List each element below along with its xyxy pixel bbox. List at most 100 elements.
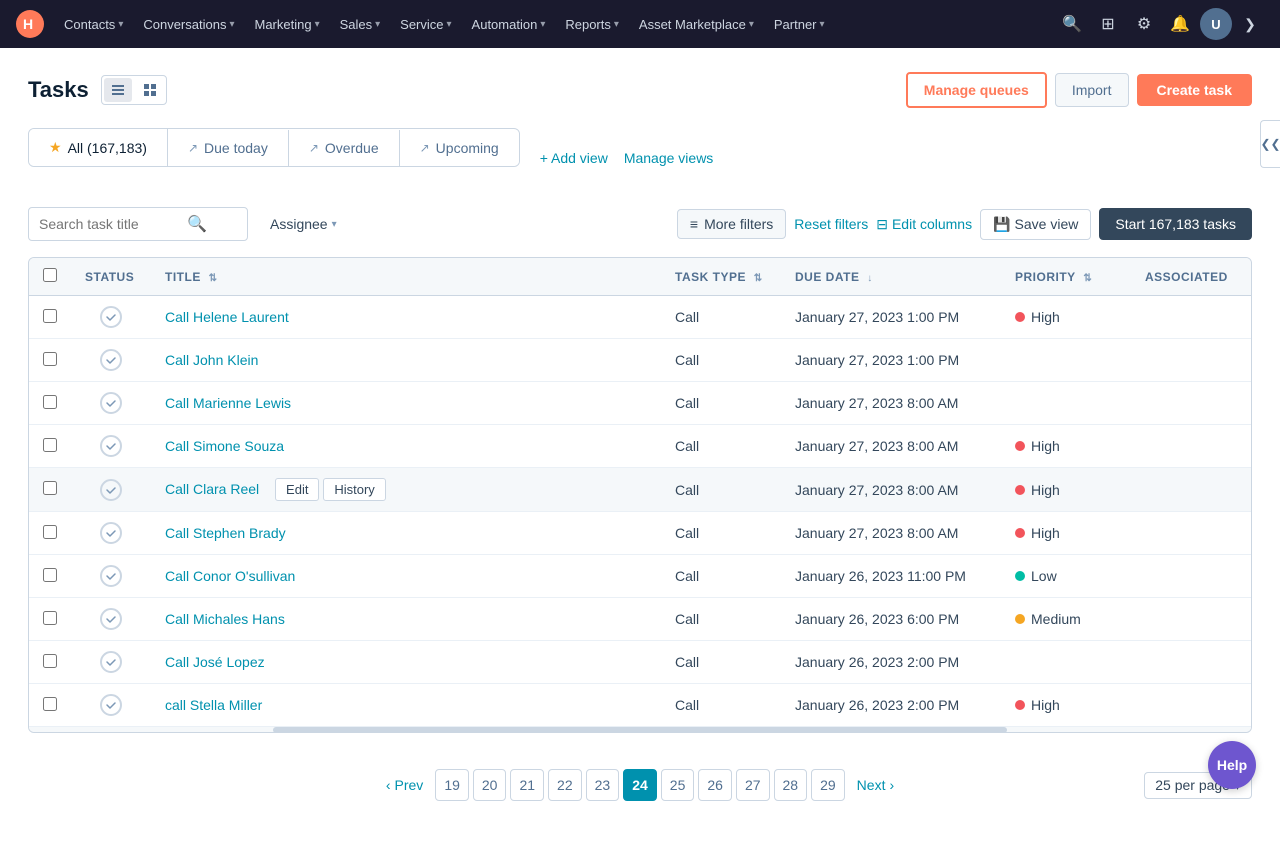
page-number-button-26[interactable]: 26 — [698, 769, 732, 801]
row-checkbox[interactable] — [43, 395, 57, 409]
nav-item-conversations[interactable]: Conversations ▾ — [135, 13, 242, 36]
add-view-button[interactable]: + Add view — [540, 150, 608, 166]
col-header-priority[interactable]: PRIORITY ⇅ — [1001, 258, 1131, 296]
row-checkbox[interactable] — [43, 697, 57, 711]
task-title-link[interactable]: Call Helene Laurent — [165, 309, 289, 325]
status-check-circle[interactable] — [100, 392, 122, 414]
page-number-button-20[interactable]: 20 — [473, 769, 507, 801]
notifications-icon-button[interactable]: 🔔 — [1164, 8, 1196, 40]
manage-views-link[interactable]: Manage views — [624, 150, 714, 166]
row-checkbox[interactable] — [43, 352, 57, 366]
status-check-circle[interactable] — [100, 651, 122, 673]
chevron-down-icon: ▾ — [229, 19, 234, 30]
history-task-button[interactable]: History — [323, 478, 385, 501]
save-icon: 💾 — [993, 216, 1010, 233]
duedate-cell: January 27, 2023 1:00 PM — [781, 296, 1001, 339]
status-check-circle[interactable] — [100, 522, 122, 544]
status-check-circle[interactable] — [100, 565, 122, 587]
status-check-circle[interactable] — [100, 435, 122, 457]
page-number-button-19[interactable]: 19 — [435, 769, 469, 801]
task-title-link[interactable]: Call Simone Souza — [165, 438, 284, 454]
apps-icon-button[interactable]: ⊞ — [1092, 8, 1124, 40]
status-check-circle[interactable] — [100, 479, 122, 501]
edit-task-button[interactable]: Edit — [275, 478, 319, 501]
task-title-link[interactable]: Call John Klein — [165, 352, 258, 368]
status-check-circle[interactable] — [100, 608, 122, 630]
row-checkbox[interactable] — [43, 568, 57, 582]
import-button[interactable]: Import — [1055, 73, 1129, 107]
columns-icon: ⊟ — [876, 216, 888, 233]
page-number-button-28[interactable]: 28 — [774, 769, 808, 801]
associated-cell — [1131, 684, 1251, 727]
tab-due-today[interactable]: ↗ Due today — [168, 130, 289, 166]
grid-view-button[interactable] — [136, 78, 164, 102]
page-number-button-23[interactable]: 23 — [586, 769, 620, 801]
associated-cell — [1131, 598, 1251, 641]
reset-filters-link[interactable]: Reset filters — [794, 216, 868, 232]
task-title-link[interactable]: Call Conor O'sullivan — [165, 568, 295, 584]
nav-item-asset-marketplace[interactable]: Asset Marketplace ▾ — [631, 13, 762, 36]
row-checkbox[interactable] — [43, 481, 57, 495]
more-filters-button[interactable]: ≡ More filters — [677, 209, 786, 239]
status-cell — [71, 468, 151, 512]
task-title-link[interactable]: Call Stephen Brady — [165, 525, 286, 541]
nav-collapse-button[interactable]: ❯ — [1236, 10, 1264, 38]
status-check-circle[interactable] — [100, 306, 122, 328]
duedate-cell: January 27, 2023 8:00 AM — [781, 382, 1001, 425]
start-tasks-button[interactable]: Start 167,183 tasks — [1099, 208, 1252, 240]
row-checkbox[interactable] — [43, 611, 57, 625]
tab-overdue[interactable]: ↗ Overdue — [289, 130, 400, 166]
hubspot-logo[interactable]: H — [16, 10, 44, 38]
row-checkbox[interactable] — [43, 438, 57, 452]
nav-item-service[interactable]: Service ▾ — [392, 13, 459, 36]
nav-item-reports[interactable]: Reports ▾ — [557, 13, 627, 36]
select-all-checkbox[interactable] — [43, 268, 57, 282]
nav-item-sales[interactable]: Sales ▾ — [332, 13, 389, 36]
tasktype-cell: Call — [661, 296, 781, 339]
task-title-link[interactable]: call Stella Miller — [165, 697, 262, 713]
row-checkbox[interactable] — [43, 309, 57, 323]
assignee-filter-button[interactable]: Assignee ▾ — [260, 210, 347, 238]
search-icon-button[interactable]: 🔍 — [1056, 8, 1088, 40]
tab-all-label: All (167,183) — [68, 140, 147, 156]
page-number-button-21[interactable]: 21 — [510, 769, 544, 801]
save-view-button[interactable]: 💾 Save view — [980, 209, 1091, 240]
manage-queues-button[interactable]: Manage queues — [906, 72, 1047, 108]
col-header-status: STATUS — [71, 258, 151, 296]
prev-page-button[interactable]: ‹ Prev — [378, 769, 431, 801]
tab-upcoming[interactable]: ↗ Upcoming — [400, 130, 519, 166]
status-check-circle[interactable] — [100, 694, 122, 716]
tab-overdue-label: Overdue — [325, 140, 379, 156]
nav-item-contacts[interactable]: Contacts ▾ — [56, 13, 131, 36]
row-checkbox[interactable] — [43, 525, 57, 539]
col-header-duedate[interactable]: DUE DATE ↓ — [781, 258, 1001, 296]
list-view-button[interactable] — [104, 78, 132, 102]
search-input[interactable] — [39, 216, 179, 232]
edit-columns-button[interactable]: ⊟ Edit columns — [876, 216, 972, 233]
page-number-button-25[interactable]: 25 — [661, 769, 695, 801]
user-avatar[interactable]: U — [1200, 8, 1232, 40]
tab-all[interactable]: ★ All (167,183) — [29, 129, 168, 166]
nav-item-partner[interactable]: Partner ▾ — [766, 13, 833, 36]
create-task-button[interactable]: Create task — [1137, 74, 1253, 106]
page-number-button-29[interactable]: 29 — [811, 769, 845, 801]
col-header-tasktype[interactable]: TASK TYPE ⇅ — [661, 258, 781, 296]
task-title-link[interactable]: Call Clara Reel — [165, 481, 259, 497]
nav-item-marketing[interactable]: Marketing ▾ — [246, 13, 327, 36]
page-number-button-27[interactable]: 27 — [736, 769, 770, 801]
col-header-title[interactable]: TITLE ⇅ — [151, 258, 661, 296]
page-number-button-22[interactable]: 22 — [548, 769, 582, 801]
page-number-button-24[interactable]: 24 — [623, 769, 657, 801]
status-check-circle[interactable] — [100, 349, 122, 371]
task-title-link[interactable]: Call Marienne Lewis — [165, 395, 291, 411]
settings-icon-button[interactable]: ⚙ — [1128, 8, 1160, 40]
status-cell — [71, 296, 151, 339]
sidebar-collapse-button[interactable]: ❮❮ — [1260, 120, 1280, 168]
task-title-link[interactable]: Call Michales Hans — [165, 611, 285, 627]
row-checkbox[interactable] — [43, 654, 57, 668]
help-button[interactable]: Help — [1208, 741, 1256, 789]
task-title-link[interactable]: Call José Lopez — [165, 654, 265, 670]
nav-item-automation[interactable]: Automation ▾ — [464, 13, 554, 36]
next-page-button[interactable]: Next › — [849, 769, 902, 801]
title-cell: call Stella Miller — [151, 684, 661, 727]
